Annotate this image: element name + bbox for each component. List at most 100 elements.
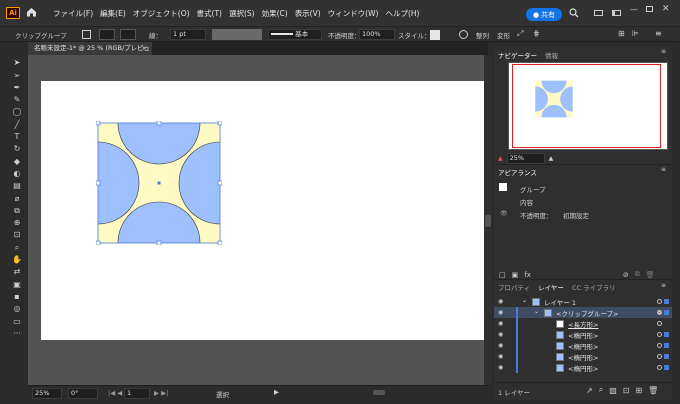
warp-tool-icon[interactable]: ◐ bbox=[11, 169, 23, 179]
target-circle-icon[interactable] bbox=[657, 354, 662, 359]
stroke-swatch[interactable] bbox=[120, 29, 136, 40]
artboard[interactable] bbox=[41, 81, 484, 340]
zoom-field[interactable]: 25% bbox=[32, 388, 62, 399]
appearance-contents[interactable]: 内容 bbox=[520, 197, 533, 207]
artwork-clip-group[interactable] bbox=[96, 121, 222, 245]
menu-effect[interactable]: 効果(C) bbox=[262, 8, 288, 19]
artboard-nav-next[interactable]: ▶ ▶| bbox=[154, 389, 168, 397]
appearance-visibility-icon[interactable]: 👁 bbox=[500, 210, 508, 217]
gradient-tool-icon[interactable]: ▤ bbox=[11, 181, 23, 191]
tab-layers[interactable]: レイヤー bbox=[538, 282, 564, 292]
locate-object-icon[interactable]: ⌕ bbox=[599, 385, 603, 395]
fill-stroke-indicator-icon[interactable]: ▣ bbox=[11, 280, 23, 290]
appearance-menu-icon[interactable]: ≡ bbox=[661, 166, 666, 173]
visibility-eye-icon[interactable]: ◉ bbox=[498, 320, 503, 327]
blend-tool-icon[interactable]: ⧉ bbox=[11, 206, 23, 216]
tab-properties[interactable]: プロパティ bbox=[498, 282, 530, 292]
clipping-mask-icon[interactable]: ▨ bbox=[609, 386, 617, 395]
target-circle-icon[interactable] bbox=[657, 321, 662, 326]
recolor-icon[interactable] bbox=[459, 30, 468, 39]
fill-stroke-swap-icon[interactable]: ⇄ bbox=[11, 267, 23, 277]
menu-help[interactable]: ヘルプ(H) bbox=[385, 8, 419, 19]
opacity-field[interactable]: 100% bbox=[359, 29, 395, 40]
paintbrush-tool-icon[interactable]: ╱ bbox=[11, 120, 23, 130]
target-circle-icon[interactable] bbox=[657, 365, 662, 370]
align-options-icon[interactable]: ⊫ bbox=[632, 29, 639, 38]
delete-layer-icon[interactable]: 🗑 bbox=[648, 386, 658, 395]
share-button[interactable]: ● 共有 bbox=[526, 8, 562, 21]
menu-window[interactable]: ウィンドウ(W) bbox=[328, 8, 379, 19]
selection-tool-icon[interactable]: ➤ bbox=[11, 58, 23, 68]
visibility-eye-icon[interactable]: ◉ bbox=[498, 353, 503, 360]
layers-menu-icon[interactable]: ≡ bbox=[661, 282, 666, 289]
zoom-tool-icon[interactable]: ⌕ bbox=[11, 243, 23, 253]
artboard-number-field[interactable]: 1 bbox=[124, 388, 150, 399]
transform-options-icon[interactable]: ⤢ bbox=[517, 29, 523, 39]
horizontal-scroll-thumb[interactable] bbox=[373, 390, 385, 395]
type-tool-icon[interactable]: T bbox=[11, 132, 23, 142]
pen-tool-icon[interactable]: ✒ bbox=[11, 83, 23, 93]
status-menu-arrow-icon[interactable]: ▶ bbox=[274, 388, 279, 396]
menu-type[interactable]: 書式(T) bbox=[197, 8, 222, 19]
expand-chevron-icon[interactable]: ⌄ bbox=[534, 308, 539, 315]
minimize-icon[interactable]: — bbox=[630, 5, 638, 14]
isolate-group-icon[interactable] bbox=[82, 30, 91, 39]
shape-builder-tool-icon[interactable]: ⊕ bbox=[11, 218, 23, 228]
canvas-area[interactable] bbox=[28, 55, 488, 385]
hand-tool-icon[interactable]: ✋ bbox=[11, 255, 23, 265]
target-circle-icon[interactable] bbox=[657, 332, 662, 337]
zoom-out-icon[interactable]: ▲ bbox=[498, 155, 503, 162]
panel-menu-icon[interactable]: ≡ bbox=[655, 29, 662, 38]
add-stroke-icon[interactable]: □ bbox=[499, 271, 506, 279]
stroke-weight-field[interactable]: 1 pt bbox=[170, 29, 206, 40]
workspace-icon[interactable] bbox=[594, 10, 603, 16]
new-sublayer-icon[interactable]: ⊡ bbox=[623, 386, 630, 395]
layer-row-ellipse[interactable]: ◉ <楕円形> bbox=[494, 362, 672, 373]
navigator-zoom-field[interactable]: 25% bbox=[506, 153, 545, 164]
export-icon[interactable]: ↗ bbox=[586, 386, 593, 395]
close-window-icon[interactable]: ✕ bbox=[662, 4, 670, 14]
brush-definition[interactable]: 基本 bbox=[268, 29, 322, 40]
color-mode-icon[interactable]: ▪ bbox=[11, 292, 23, 302]
layer-row-ellipse[interactable]: ◉ <楕円形> bbox=[494, 351, 672, 362]
target-circle-icon[interactable] bbox=[657, 310, 662, 315]
layer-row-clip-group[interactable]: ◉ ⌄ <クリップグループ> bbox=[494, 307, 672, 318]
appearance-panel-title[interactable]: アピアランス bbox=[498, 167, 537, 177]
path-options-icon[interactable]: ⋕ bbox=[533, 29, 540, 38]
curvature-tool-icon[interactable]: ✎ bbox=[11, 95, 23, 105]
vertical-scrollbar[interactable] bbox=[484, 55, 492, 385]
ellipse-tool-icon[interactable]: ◯ bbox=[11, 107, 23, 117]
visibility-eye-icon[interactable]: ◉ bbox=[498, 342, 503, 349]
align-button[interactable]: 整列 bbox=[476, 30, 489, 40]
menu-object[interactable]: オブジェクト(O) bbox=[133, 8, 190, 19]
rotate-tool-icon[interactable]: ↻ bbox=[11, 144, 23, 154]
target-circle-icon[interactable] bbox=[657, 299, 662, 304]
vertical-scroll-thumb[interactable] bbox=[485, 215, 491, 227]
variable-width-profile[interactable] bbox=[212, 29, 262, 40]
tab-info[interactable]: 情報 bbox=[545, 50, 558, 60]
arrange-icon[interactable]: ⊞ bbox=[618, 29, 625, 38]
layer-row-ellipse[interactable]: ◉ <楕円形> bbox=[494, 340, 672, 351]
home-icon[interactable] bbox=[26, 7, 37, 17]
maximize-icon[interactable] bbox=[646, 6, 653, 12]
navigator-menu-icon[interactable]: ≡ bbox=[661, 48, 666, 55]
visibility-eye-icon[interactable]: ◉ bbox=[498, 364, 503, 371]
layer-row-rectangle[interactable]: ◉ <長方形> bbox=[494, 318, 672, 329]
visibility-eye-icon[interactable]: ◉ bbox=[498, 331, 503, 338]
document-tab[interactable]: 名称未設定-1* @ 25 % (RGB/プレビュー) × bbox=[28, 42, 152, 65]
expand-chevron-icon[interactable]: ⌄ bbox=[522, 297, 527, 304]
layer-row-ellipse[interactable]: ◉ <楕円形> bbox=[494, 329, 672, 340]
eyedropper-tool-icon[interactable]: ⌀ bbox=[11, 194, 23, 204]
tab-navigator[interactable]: ナビゲーター bbox=[498, 50, 537, 60]
search-icon[interactable] bbox=[569, 8, 579, 20]
arrange-docs-icon[interactable] bbox=[612, 10, 621, 16]
menu-edit[interactable]: 編集(E) bbox=[100, 8, 126, 19]
visibility-eye-icon[interactable]: ◉ bbox=[498, 298, 503, 305]
clear-appearance-icon[interactable]: ⊘ bbox=[623, 271, 629, 279]
zoom-in-icon[interactable]: ▲ bbox=[549, 155, 554, 162]
drawing-mode-icon[interactable]: ◎ bbox=[11, 304, 23, 314]
menu-view[interactable]: 表示(V) bbox=[295, 8, 321, 19]
direct-selection-tool-icon[interactable]: ➢ bbox=[11, 71, 23, 81]
graphic-style-swatch[interactable] bbox=[430, 30, 440, 40]
target-circle-icon[interactable] bbox=[657, 343, 662, 348]
